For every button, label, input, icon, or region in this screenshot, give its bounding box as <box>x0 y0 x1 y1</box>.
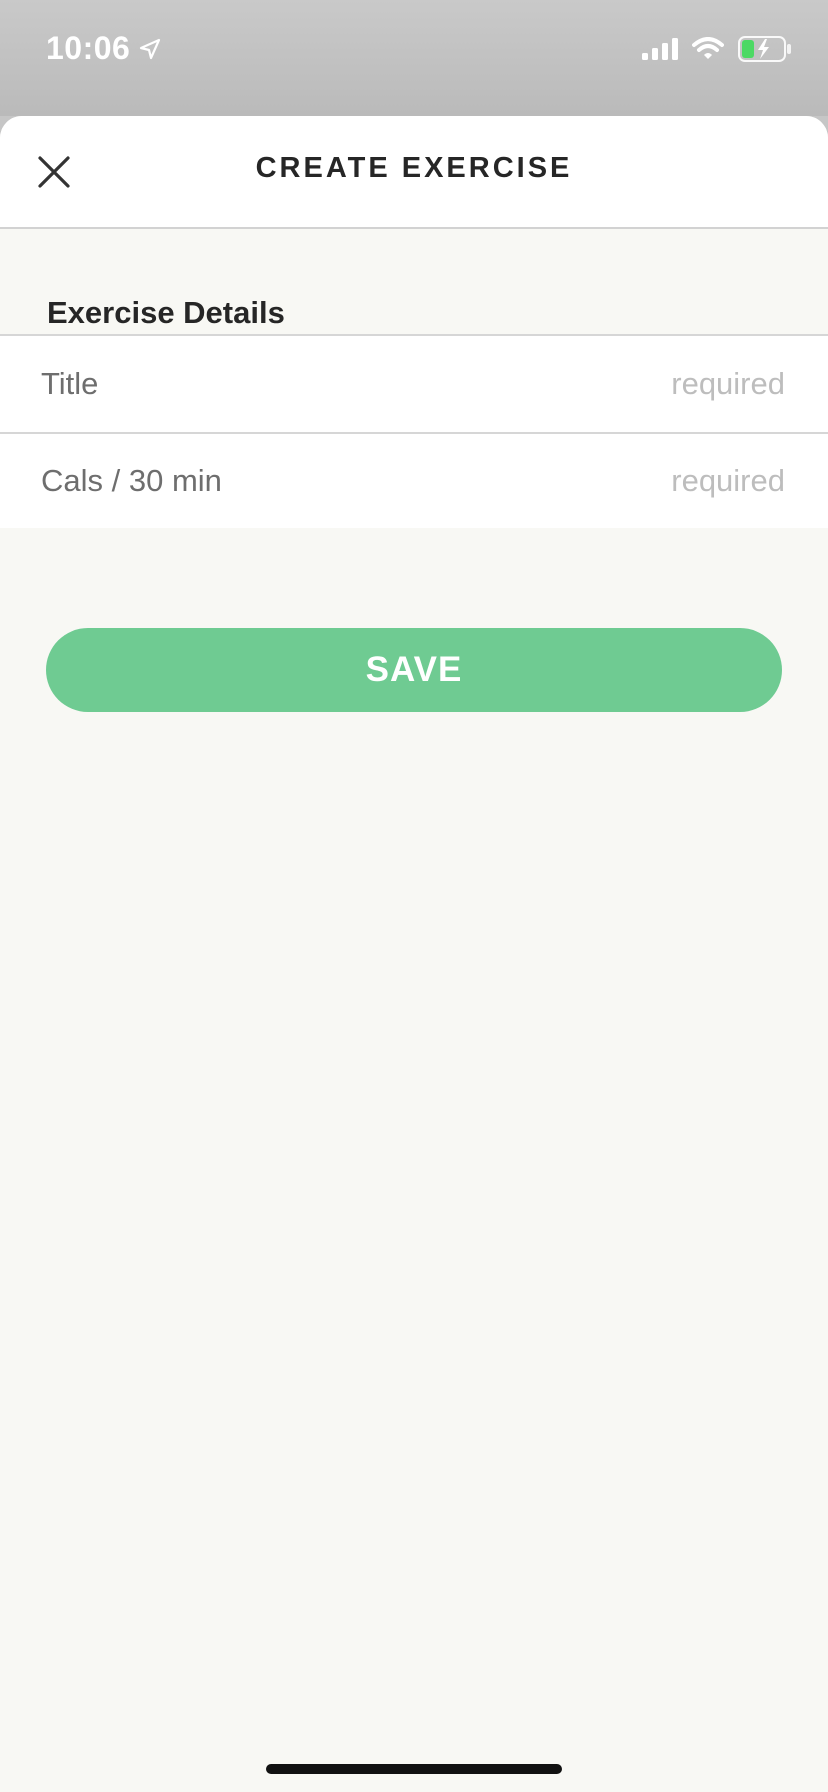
home-indicator <box>266 1764 562 1774</box>
title-label: Title <box>41 366 99 401</box>
wifi-icon <box>692 37 724 59</box>
exercise-form: Title Cals / 30 min <box>0 336 828 528</box>
calories-label: Cals / 30 min <box>41 463 222 498</box>
sheet-header: CREATE EXERCISE <box>0 116 828 229</box>
signal-icon <box>642 38 678 60</box>
status-icons <box>642 36 792 62</box>
create-exercise-sheet: CREATE EXERCISE Exercise Details Title C… <box>0 116 828 1792</box>
page-title: CREATE EXERCISE <box>255 152 573 184</box>
section-heading: Exercise Details <box>0 229 828 336</box>
status-time-text: 10:06 <box>46 30 131 66</box>
status-bar: 10:06 <box>0 0 828 116</box>
location-arrow-icon <box>140 38 161 59</box>
calories-row[interactable]: Cals / 30 min <box>0 432 828 528</box>
calories-input[interactable] <box>463 462 787 500</box>
battery-charging-icon <box>738 36 791 62</box>
status-time: 10:06 <box>46 30 162 67</box>
title-input[interactable] <box>463 365 787 403</box>
title-row[interactable]: Title <box>0 336 828 432</box>
save-button[interactable]: SAVE <box>46 628 782 712</box>
